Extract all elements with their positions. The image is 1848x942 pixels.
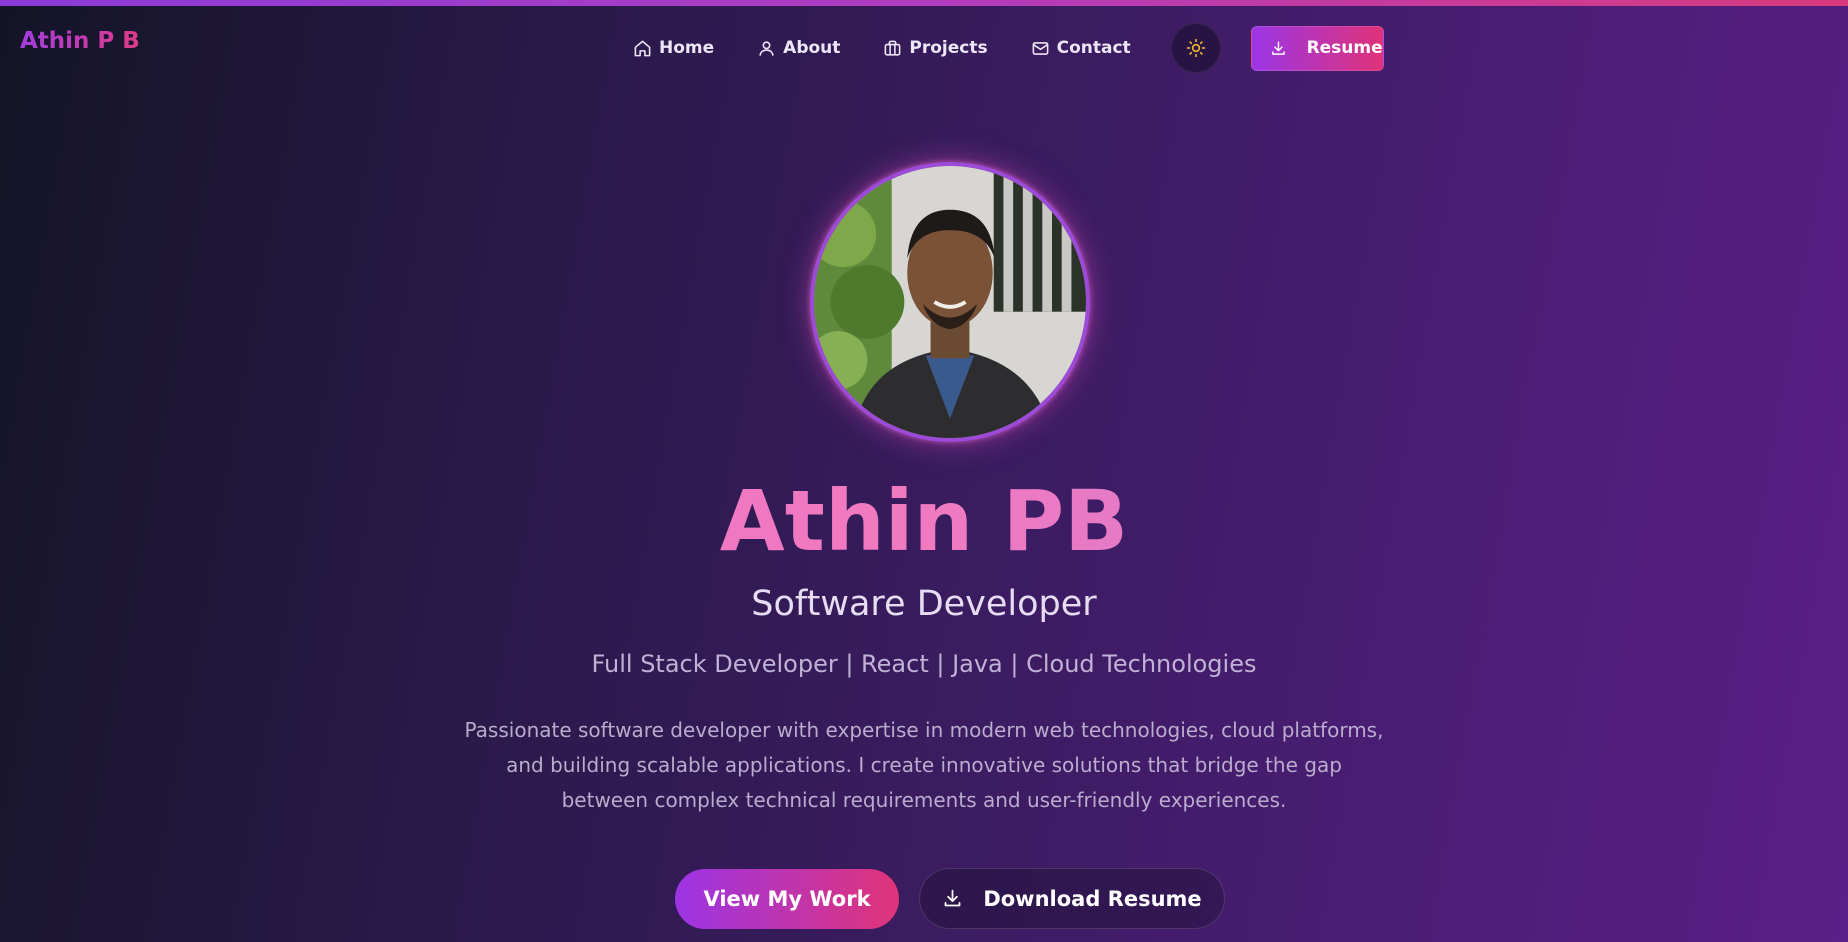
briefcase-icon xyxy=(884,40,901,56)
nav-item-label: About xyxy=(783,38,841,58)
resume-button[interactable]: Resume xyxy=(1250,25,1384,71)
nav-item-contact[interactable]: Contact xyxy=(1031,38,1131,58)
top-accent-bar xyxy=(0,0,1848,6)
home-icon xyxy=(634,40,651,56)
theme-toggle-button[interactable] xyxy=(1170,23,1221,73)
nav-item-label: Home xyxy=(659,38,715,58)
main-nav: Home About Projects Contact Resume xyxy=(633,22,1384,74)
view-my-work-label: View My Work xyxy=(703,887,871,911)
resume-button-label: Resume xyxy=(1306,38,1383,58)
nav-item-about[interactable]: About xyxy=(757,38,840,58)
hero-skills: Full Stack Developer | React | Java | Cl… xyxy=(591,650,1257,678)
nav-item-projects[interactable]: Projects xyxy=(883,38,988,58)
profile-avatar xyxy=(810,162,1090,442)
mail-icon xyxy=(1032,41,1049,55)
nav-item-label: Projects xyxy=(909,38,988,58)
download-resume-button[interactable]: Download Resume xyxy=(919,868,1225,929)
hero-bio: Passionate software developer with exper… xyxy=(464,718,1384,812)
download-resume-label: Download Resume xyxy=(983,886,1202,911)
hero-role: Software Developer xyxy=(751,584,1097,624)
profile-photo xyxy=(814,166,1086,438)
nav-item-label: Contact xyxy=(1056,38,1131,58)
brand-logo[interactable]: Athin P B xyxy=(20,28,140,54)
download-icon xyxy=(1271,40,1285,55)
hero-name: Athin PB xyxy=(0,472,1848,570)
nav-item-home[interactable]: Home xyxy=(633,38,714,58)
sun-icon xyxy=(1186,38,1205,58)
view-my-work-button[interactable]: View My Work xyxy=(675,869,899,929)
download-icon xyxy=(944,889,961,907)
user-icon xyxy=(759,40,774,56)
